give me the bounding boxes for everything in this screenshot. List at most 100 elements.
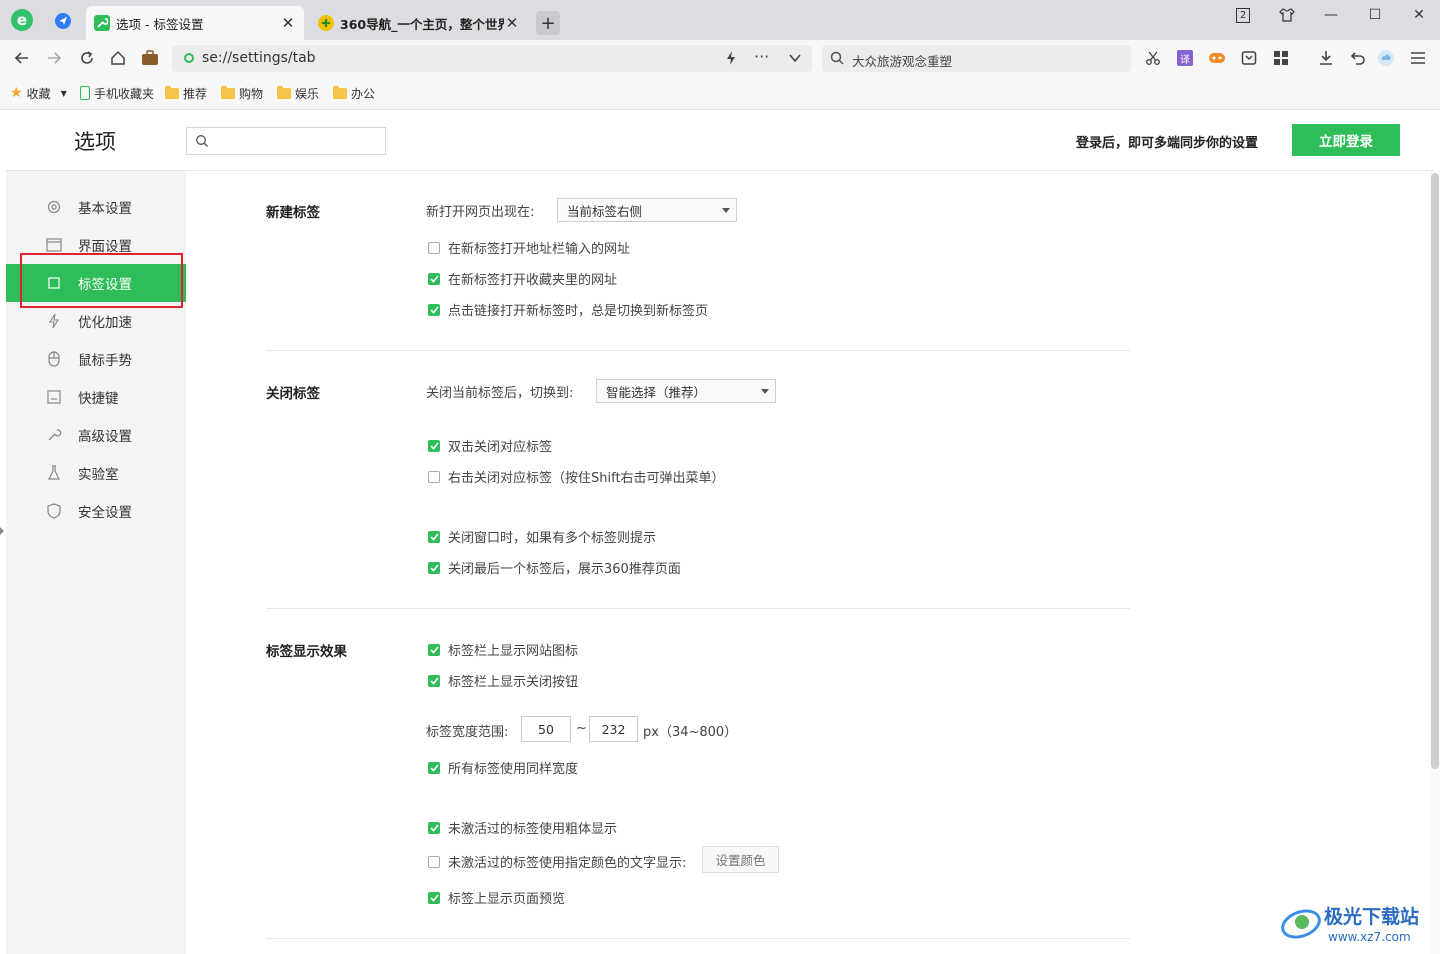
- briefcase-icon[interactable]: [140, 48, 160, 68]
- tab-close-icon[interactable]: ✕: [504, 14, 520, 32]
- checkbox-checked[interactable]: [428, 561, 440, 574]
- send-icon[interactable]: [54, 12, 72, 30]
- mouse-icon: [46, 351, 62, 367]
- skin-icon[interactable]: [1272, 4, 1302, 26]
- search-box[interactable]: 大众旅游观念重塑: [822, 45, 1131, 72]
- back-icon[interactable]: [12, 48, 32, 68]
- set-color-button[interactable]: 设置颜色: [702, 846, 779, 873]
- toolbar: se://settings/tab ··· 大众旅游观念重塑 译: [0, 40, 1440, 76]
- sidebar-item-advanced[interactable]: 高级设置: [6, 416, 186, 454]
- reload-icon[interactable]: [77, 48, 97, 68]
- maximize-button[interactable]: ☐: [1360, 4, 1390, 26]
- shield-icon: [46, 503, 62, 519]
- minimize-button[interactable]: —: [1316, 4, 1346, 26]
- option-row[interactable]: 在新标签打开收藏夹里的网址: [428, 269, 617, 288]
- chevron-down-icon: [722, 208, 730, 213]
- download-icon[interactable]: [1316, 48, 1336, 68]
- bookmark-folder[interactable]: 娱乐: [277, 84, 319, 102]
- checkbox-checked[interactable]: [428, 761, 440, 774]
- option-row[interactable]: 双击关闭对应标签: [428, 436, 552, 455]
- tab-width-min-input[interactable]: 50: [521, 716, 571, 742]
- flask-icon: [46, 465, 62, 481]
- open-position-select[interactable]: 当前标签右侧: [557, 198, 737, 222]
- sidebar-item-mouse[interactable]: 鼠标手势: [6, 340, 186, 378]
- checkbox-unchecked[interactable]: [428, 470, 440, 483]
- bookmark-folder[interactable]: 推荐: [165, 84, 207, 102]
- settings-search-input[interactable]: [186, 127, 386, 155]
- browser-logo-icon[interactable]: e: [10, 8, 34, 32]
- sidebar-item-label: 优化加速: [78, 315, 132, 331]
- checkbox-checked[interactable]: [428, 530, 440, 543]
- sidebar-item-shortcuts[interactable]: 快捷键: [6, 378, 186, 416]
- tab-360-nav[interactable]: 360导航_一个主页，整个世界 ✕: [310, 6, 528, 40]
- option-row[interactable]: 未激活过的标签使用指定颜色的文字显示:: [428, 852, 686, 871]
- svg-text:e: e: [17, 11, 27, 29]
- bookmarks-bar: ★ 收藏 ▼ 手机收藏夹 推荐 购物 娱乐 办公: [0, 76, 1440, 110]
- highlight-box: [20, 253, 183, 308]
- tab-close-icon[interactable]: ✕: [280, 14, 296, 32]
- option-row[interactable]: 未激活过的标签使用粗体显示: [428, 818, 617, 837]
- option-row[interactable]: 在新标签打开地址栏输入的网址: [428, 238, 630, 257]
- bookmark-folder[interactable]: 办公: [333, 84, 375, 102]
- page-title: 选项: [74, 130, 116, 154]
- collapse-handle-icon[interactable]: [0, 527, 4, 535]
- checkbox-checked[interactable]: [428, 439, 440, 452]
- switch-select[interactable]: 智能选择（推荐）: [596, 379, 776, 403]
- sidebar-item-lab[interactable]: 实验室: [6, 454, 186, 492]
- option-row[interactable]: 关闭窗口时，如果有多个标签则提示: [428, 527, 656, 546]
- sidebar-item-security[interactable]: 安全设置: [6, 492, 186, 530]
- option-row[interactable]: 关闭最后一个标签后，展示360推荐页面: [428, 558, 681, 577]
- translate-icon[interactable]: 译: [1175, 48, 1195, 68]
- undo-icon[interactable]: [1348, 48, 1368, 68]
- option-row[interactable]: 点击链接打开新标签时，总是切换到新标签页: [428, 300, 708, 319]
- apps-grid-icon[interactable]: [1271, 48, 1291, 68]
- checkbox-checked[interactable]: [428, 674, 440, 687]
- forward-icon[interactable]: [44, 48, 64, 68]
- home-icon[interactable]: [108, 48, 128, 68]
- search-icon: [830, 51, 845, 70]
- checkbox-checked[interactable]: [428, 643, 440, 656]
- game-icon[interactable]: [1207, 48, 1227, 68]
- checkbox-checked[interactable]: [428, 272, 440, 285]
- bookmark-mobile[interactable]: 手机收藏夹: [80, 84, 154, 102]
- option-row[interactable]: 标签栏上显示关闭按钮: [428, 671, 578, 690]
- menu-icon[interactable]: [1408, 48, 1428, 68]
- option-label: 标签栏上显示关闭按钮: [448, 675, 579, 690]
- scissors-icon[interactable]: [1143, 48, 1163, 68]
- option-label: 右击关闭对应标签（按住Shift右击可弹出菜单）: [448, 471, 725, 486]
- reader-icon[interactable]: [1239, 48, 1259, 68]
- bookmark-favorites[interactable]: ★ 收藏 ▼: [10, 84, 67, 102]
- tab-count-button[interactable]: 2: [1228, 4, 1258, 26]
- cloud-icon[interactable]: [1376, 48, 1396, 68]
- option-row[interactable]: 所有标签使用同样宽度: [428, 758, 578, 777]
- checkbox-unchecked[interactable]: [428, 241, 440, 254]
- address-bar[interactable]: se://settings/tab ···: [172, 45, 812, 72]
- tab-width-max-input[interactable]: 232: [589, 716, 638, 742]
- checkbox-unchecked[interactable]: [428, 855, 440, 868]
- watermark-logo-icon: [1281, 909, 1321, 939]
- window-icon: [46, 237, 62, 253]
- checkbox-checked[interactable]: [428, 821, 440, 834]
- tab-width-separator: ~: [576, 721, 587, 736]
- search-icon: [195, 134, 209, 152]
- settings-wrench-icon: [94, 15, 110, 31]
- close-window-button[interactable]: ✕: [1404, 4, 1434, 26]
- checkbox-checked[interactable]: [428, 891, 440, 904]
- switch-label: 关闭当前标签后，切换到:: [426, 386, 574, 401]
- option-row[interactable]: 标签上显示页面预览: [428, 888, 565, 907]
- sidebar-item-label: 界面设置: [78, 239, 132, 255]
- tab-title: 360导航_一个主页，整个世界: [340, 16, 504, 32]
- scrollbar-thumb[interactable]: [1431, 173, 1439, 769]
- sidebar-item-basic[interactable]: 基本设置: [6, 188, 186, 226]
- bookmark-folder[interactable]: 购物: [221, 84, 263, 102]
- more-icon[interactable]: ···: [754, 47, 769, 66]
- new-tab-button[interactable]: +: [536, 11, 560, 35]
- login-button[interactable]: 立即登录: [1292, 124, 1400, 156]
- star-icon: ★: [10, 85, 23, 101]
- option-row[interactable]: 标签栏上显示网站图标: [428, 640, 578, 659]
- tab-settings[interactable]: 选项 - 标签设置 ✕: [86, 6, 304, 40]
- option-row[interactable]: 右击关闭对应标签（按住Shift右击可弹出菜单）: [428, 467, 725, 486]
- checkbox-checked[interactable]: [428, 303, 440, 316]
- lightning-icon[interactable]: [724, 50, 738, 70]
- chevron-down-icon[interactable]: [788, 51, 802, 69]
